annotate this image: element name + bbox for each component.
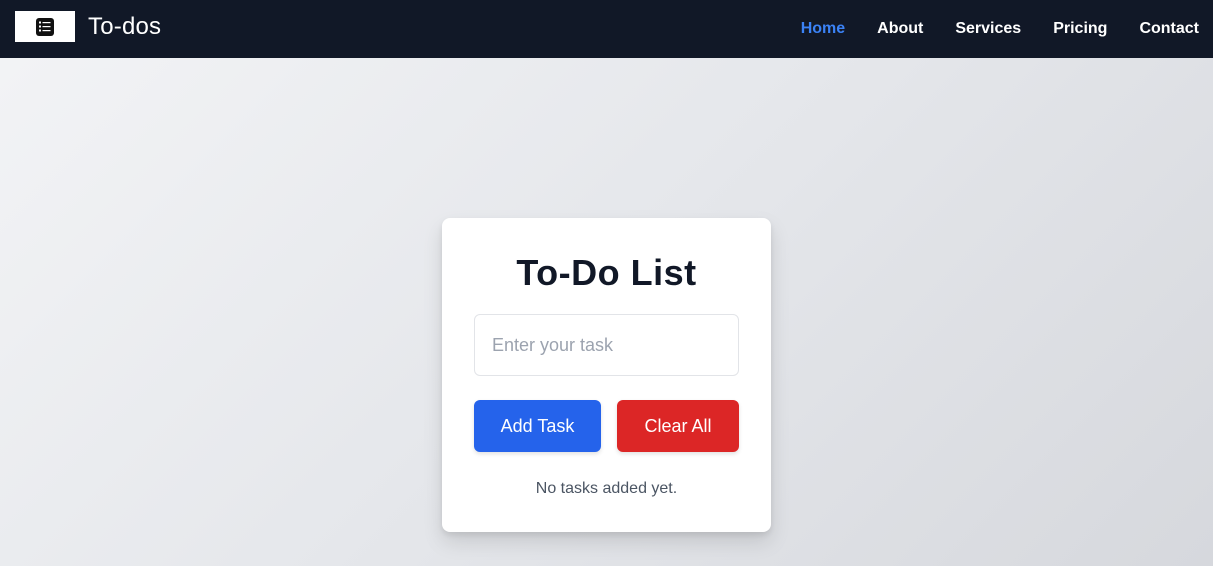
navbar: To-dos Home About Services Pricing Conta… — [0, 0, 1213, 58]
task-input[interactable] — [474, 314, 739, 376]
todo-card: To-Do List Add Task Clear All No tasks a… — [442, 218, 771, 532]
card-title: To-Do List — [516, 252, 697, 293]
add-task-button[interactable]: Add Task — [474, 400, 601, 452]
clear-all-button[interactable]: Clear All — [617, 400, 739, 452]
nav-link-about[interactable]: About — [877, 20, 923, 38]
nav-link-pricing[interactable]: Pricing — [1053, 20, 1107, 38]
empty-tasks-message: No tasks added yet. — [535, 480, 678, 497]
checklist-icon — [36, 17, 54, 36]
brand-title: To-dos — [88, 13, 162, 40]
nav-link-contact[interactable]: Contact — [1139, 20, 1199, 38]
nav-link-home[interactable]: Home — [801, 20, 845, 38]
nav-links: Home About Services Pricing Contact — [801, 0, 1199, 58]
nav-link-services[interactable]: Services — [955, 20, 1021, 38]
logo[interactable] — [15, 11, 75, 42]
